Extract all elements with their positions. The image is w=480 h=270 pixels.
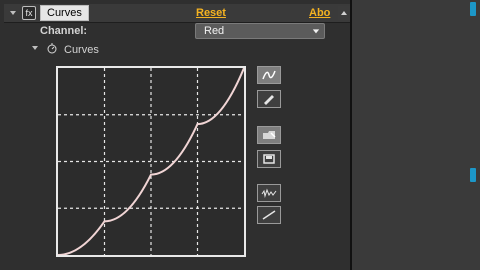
fx-icon[interactable]: fx [22, 6, 36, 20]
chevron-down-icon[interactable] [30, 43, 40, 56]
effect-header-left: fx Curves [8, 5, 89, 21]
scroll-up-icon [341, 11, 347, 15]
pencil-tool-icon [264, 95, 274, 105]
chevron-down-icon[interactable] [8, 8, 18, 18]
curves-row: Curves [30, 42, 99, 57]
chevron-down-icon [312, 29, 320, 34]
pencil-tool-button[interactable] [257, 90, 281, 108]
scroll-up-button[interactable] [338, 6, 350, 20]
curve-grid [58, 68, 244, 255]
open-folder-icon [263, 131, 276, 139]
effect-header: fx Curves Reset Abo [4, 4, 350, 23]
about-link[interactable]: Abo [309, 7, 330, 19]
stopwatch-icon[interactable] [46, 42, 58, 57]
curves-label: Curves [64, 43, 99, 56]
right-panel [356, 0, 480, 270]
reset-line-icon [262, 210, 276, 220]
curves-graph[interactable] [56, 66, 246, 257]
effect-name: Curves [40, 5, 89, 21]
smooth-button[interactable] [257, 184, 281, 202]
curve-chart[interactable] [57, 67, 245, 256]
effect-controls-panel: fx Curves Reset Abo Channel: Red Curves [0, 0, 352, 270]
channel-value: Red [204, 25, 225, 37]
channel-label: Channel: [40, 25, 88, 37]
channel-select[interactable]: Red [195, 23, 325, 39]
open-button[interactable] [257, 126, 281, 144]
smooth-icon [261, 188, 277, 198]
curve-tool-icon [262, 70, 276, 80]
save-icon [263, 154, 275, 164]
accent-marker [470, 168, 476, 182]
save-button[interactable] [257, 150, 281, 168]
reset-link[interactable]: Reset [196, 7, 226, 19]
reset-curve-button[interactable] [257, 206, 281, 224]
curve-tool-button[interactable] [257, 66, 281, 84]
accent-marker [470, 2, 476, 16]
